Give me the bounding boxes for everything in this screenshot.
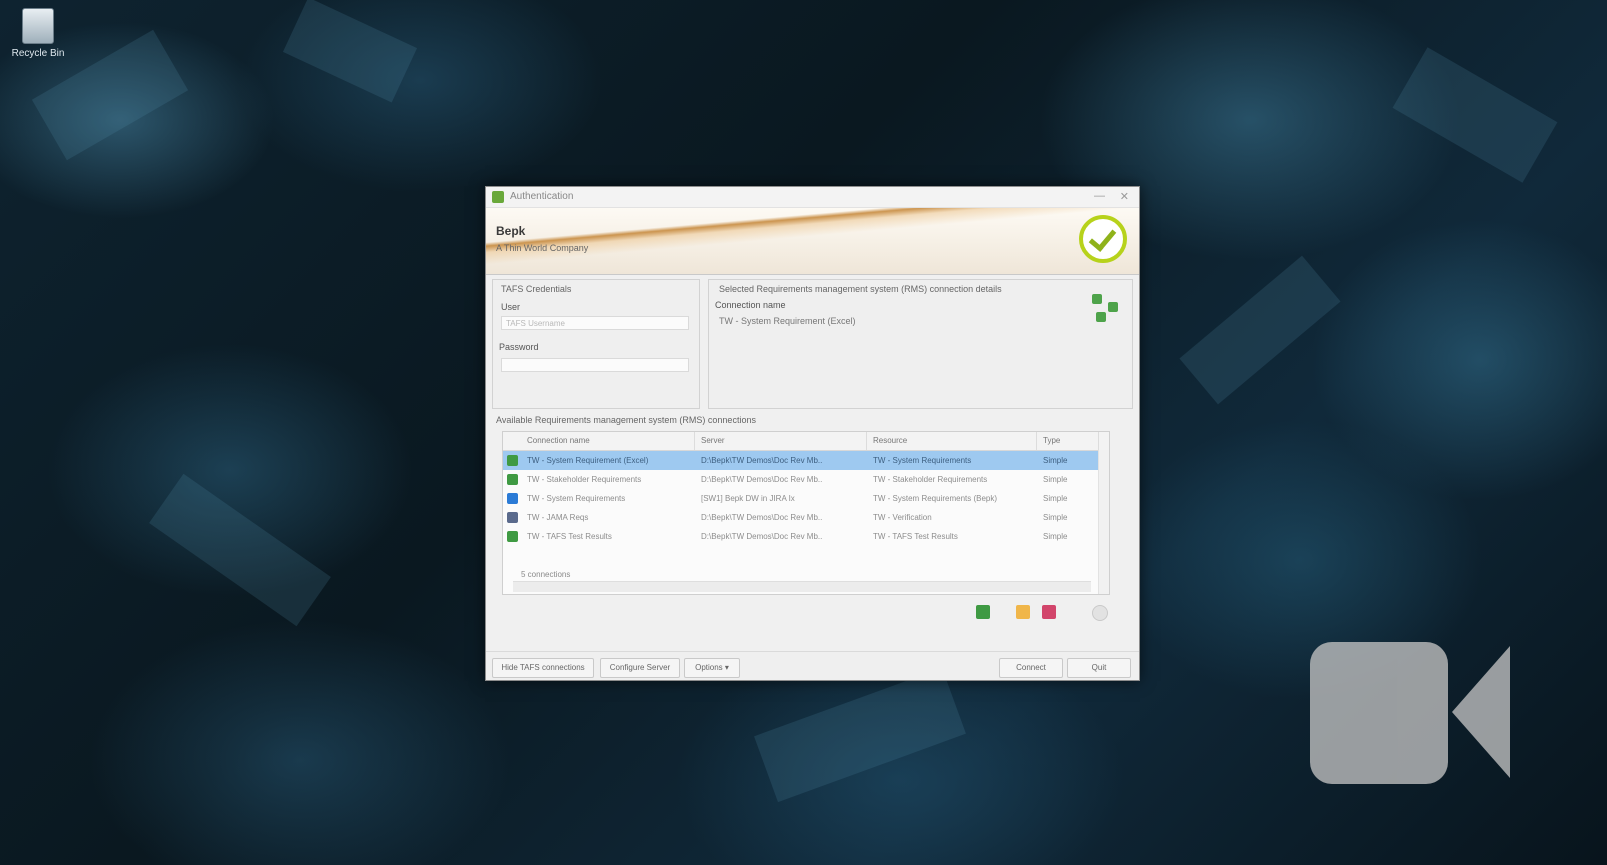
cell-server: D:\Bepk\TW Demos\Doc Rev Mb.. [701,475,823,484]
table-row[interactable]: TW - System Requirement (Excel) D:\Bepk\T… [503,451,1109,470]
wallpaper-facet [282,0,418,103]
jama-icon [507,512,518,523]
connection-name-value: TW - System Requirement (Excel) [719,316,856,326]
delete-connection-icon[interactable] [1042,605,1056,619]
table-row[interactable]: TW - Stakeholder Requirements D:\Bepk\TW … [503,470,1109,489]
window-title: Authentication [510,191,574,202]
excel-icon [507,455,518,466]
cell-name: TW - System Requirement (Excel) [527,456,649,465]
column-header-type[interactable]: Type [1037,432,1099,450]
column-header-connection-name[interactable]: Connection name [521,432,695,450]
table-row[interactable]: TW - System Requirements [SW1] Bepk DW in… [503,489,1109,508]
cell-type: Simple [1043,475,1068,484]
cell-type: Simple [1043,532,1068,541]
brand-subtitle: A Thin World Company [496,243,589,253]
connections-count: 5 connections [521,570,571,579]
table-row[interactable]: TW - TAFS Test Results D:\Bepk\TW Demos\D… [503,527,1109,546]
brand-name: Bepk [496,224,526,238]
user-label: User [501,302,521,312]
minimize-button[interactable]: — [1094,190,1105,202]
help-icon[interactable] [1092,605,1108,621]
cell-type: Simple [1043,513,1068,522]
connections-section: Available Requirements management system… [492,415,1133,610]
user-input[interactable]: TAFS Username [501,316,689,330]
table-body: TW - System Requirement (Excel) D:\Bepk\T… [503,451,1109,546]
recorder-body [1310,642,1448,784]
cell-server: D:\Bepk\TW Demos\Doc Rev Mb.. [701,456,823,465]
recycle-bin-shortcut[interactable]: Recycle Bin [10,8,66,68]
app-icon [492,191,504,203]
cell-resource: TW - Verification [873,513,932,522]
cell-resource: TW - TAFS Test Results [873,532,958,541]
cell-resource: TW - Stakeholder Requirements [873,475,988,484]
vertical-scrollbar[interactable] [1098,450,1109,594]
cell-name: TW - JAMA Reqs [527,513,589,522]
cell-type: Simple [1043,494,1068,503]
wallpaper-facet [754,667,966,803]
quit-button[interactable]: Quit [1067,658,1131,678]
recycle-bin-label: Recycle Bin [11,48,65,59]
connection-name-label: Connection name [715,300,786,310]
add-folder-connection-icon[interactable] [1016,605,1030,619]
add-excel-connection-icon[interactable] [976,605,990,619]
excel-icon [507,531,518,542]
dialog-footer: Hide TAFS connections Configure Server O… [486,651,1139,680]
password-input[interactable] [501,358,689,372]
connect-button[interactable]: Connect [999,658,1063,678]
hide-tafs-connections-button[interactable]: Hide TAFS connections [492,658,594,678]
column-header-server[interactable]: Server [695,432,867,450]
success-check-icon [1079,215,1127,263]
recorder-lens [1452,646,1510,778]
table-row[interactable]: TW - JAMA Reqs D:\Bepk\TW Demos\Doc Rev M… [503,508,1109,527]
recycle-bin-icon [22,8,54,44]
credentials-group-title: TAFS Credentials [501,284,572,294]
cell-server: D:\Bepk\TW Demos\Doc Rev Mb.. [701,532,823,541]
header-banner: Bepk A Thin World Company [486,208,1139,275]
wallpaper-facet [1392,47,1558,183]
horizontal-scrollbar[interactable] [513,581,1091,592]
jira-icon [507,493,518,504]
close-button[interactable]: ✕ [1120,190,1129,203]
cell-resource: TW - System Requirements [873,456,972,465]
wallpaper-facet [1179,255,1341,405]
connection-details-group: Selected Requirements management system … [708,279,1133,409]
authentication-dialog: Authentication — ✕ Bepk A Thin World Com… [485,186,1140,681]
cell-name: TW - Stakeholder Requirements [527,475,642,484]
cell-type: Simple [1043,456,1068,465]
connection-details-title: Selected Requirements management system … [719,284,1002,294]
connections-list-title: Available Requirements management system… [496,415,756,425]
configure-server-button[interactable]: Configure Server [600,658,680,678]
connections-table: Connection name Server Resource Type TW … [502,431,1110,595]
screen-recorder-icon [1310,642,1510,784]
top-area: TAFS Credentials User TAFS Username Pass… [492,279,1133,409]
cell-name: TW - System Requirements [527,494,626,503]
table-header: Connection name Server Resource Type [503,432,1109,451]
title-bar[interactable]: Authentication — ✕ [486,187,1139,208]
options-dropdown[interactable]: Options ▾ [684,658,740,678]
cell-name: TW - TAFS Test Results [527,532,612,541]
cell-server: D:\Bepk\TW Demos\Doc Rev Mb.. [701,513,823,522]
password-label: Password [499,342,539,352]
cell-server: [SW1] Bepk DW in JIRA Ix [701,494,795,503]
wallpaper-facet [149,473,331,627]
column-header-resource[interactable]: Resource [867,432,1037,450]
excel-icon [507,474,518,485]
cell-resource: TW - System Requirements (Bepk) [873,494,998,503]
credentials-group: TAFS Credentials User TAFS Username Pass… [492,279,700,409]
network-connection-icon [1092,294,1120,324]
